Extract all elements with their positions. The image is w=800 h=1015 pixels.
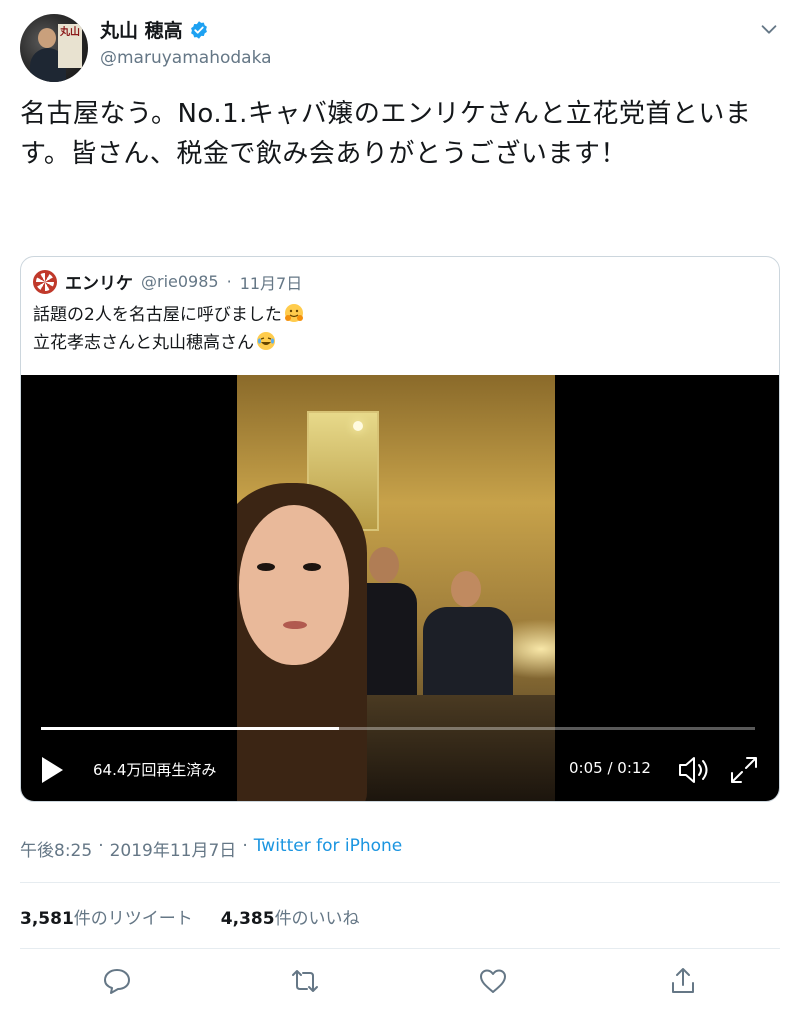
quoted-avatar: [33, 269, 57, 294]
video-progress-fill: [41, 727, 339, 730]
video-frame: [237, 375, 555, 801]
tweet-source-link[interactable]: Twitter for iPhone: [254, 836, 403, 861]
quoted-text-line1: 話題の2人を名古屋に呼びました: [33, 305, 282, 325]
chevron-down-icon[interactable]: [758, 18, 780, 40]
like-icon[interactable]: [478, 966, 508, 996]
play-icon[interactable]: [39, 755, 65, 785]
retweets-stat[interactable]: 3,581件のリツイート: [20, 904, 193, 929]
verified-icon: [190, 20, 207, 39]
quoted-text-line: 話題の2人を名古屋に呼びました: [33, 301, 753, 329]
quoted-text-line2: 立花孝志さんと丸山穂高さん: [33, 333, 254, 353]
action-bar: [0, 966, 800, 1000]
hugging-face-icon: [284, 304, 303, 322]
reply-icon[interactable]: [102, 966, 132, 996]
person-figure: [237, 483, 367, 801]
display-name[interactable]: 丸山 穂高: [100, 16, 183, 43]
author-handle[interactable]: @maruyamahodaka: [100, 48, 272, 68]
tweet-meta: 午後8:25 · 2019年11月7日 · Twitter for iPhone: [20, 836, 402, 861]
divider: [20, 882, 780, 883]
quoted-date: 11月7日: [239, 273, 303, 293]
ceiling-lamp: [353, 421, 363, 431]
meta-separator: ·: [98, 836, 104, 856]
avatar-badge: 丸山: [58, 24, 82, 68]
tweet-time[interactable]: 午後8:25: [20, 836, 92, 861]
divider: [20, 948, 780, 949]
likes-stat[interactable]: 4,385件のいいね: [221, 904, 360, 929]
tweet-text: 名古屋なう。No.1.キャバ嬢のエンリケさんと立花党首といます。皆さん、税金で飲…: [20, 99, 752, 169]
quoted-separator: ·: [226, 272, 232, 291]
tweet-stats: 3,581件のリツイート 4,385件のいいね: [20, 904, 360, 929]
quoted-handle: @rie0985: [141, 272, 219, 291]
fullscreen-icon[interactable]: [729, 755, 759, 785]
video-progress-bar[interactable]: [41, 727, 755, 730]
likes-count: 4,385: [220, 909, 275, 929]
share-icon[interactable]: [668, 966, 698, 996]
author-row: 丸山 穂高: [100, 16, 209, 43]
avatar-head: [38, 28, 56, 48]
video-player[interactable]: 64.4万回再生済み 0:05 / 0:12: [21, 375, 779, 801]
likes-label: 件のいいね: [274, 909, 360, 929]
video-time: 0:05 / 0:12: [569, 759, 651, 777]
retweets-label: 件のリツイート: [73, 909, 193, 929]
retweets-count: 3,581: [20, 909, 74, 929]
meta-separator: ·: [242, 836, 248, 856]
view-count: 64.4万回再生済み: [93, 761, 217, 779]
retweet-icon[interactable]: [290, 966, 320, 996]
quoted-tweet[interactable]: エンリケ @rie0985 · 11月7日 話題の2人を名古屋に呼びました 立花…: [20, 256, 780, 802]
table: [337, 695, 555, 801]
tweet-date[interactable]: 2019年11月7日: [110, 836, 237, 861]
quoted-text: 話題の2人を名古屋に呼びました 立花孝志さんと丸山穂高さん: [33, 301, 753, 357]
quoted-tweet-header: エンリケ @rie0985 · 11月7日: [33, 269, 302, 294]
tears-of-joy-icon: [257, 332, 275, 350]
quoted-text-line: 立花孝志さんと丸山穂高さん: [33, 329, 753, 357]
volume-icon[interactable]: [677, 755, 711, 785]
quoted-display-name: エンリケ: [65, 274, 133, 294]
avatar[interactable]: 丸山: [20, 14, 88, 82]
